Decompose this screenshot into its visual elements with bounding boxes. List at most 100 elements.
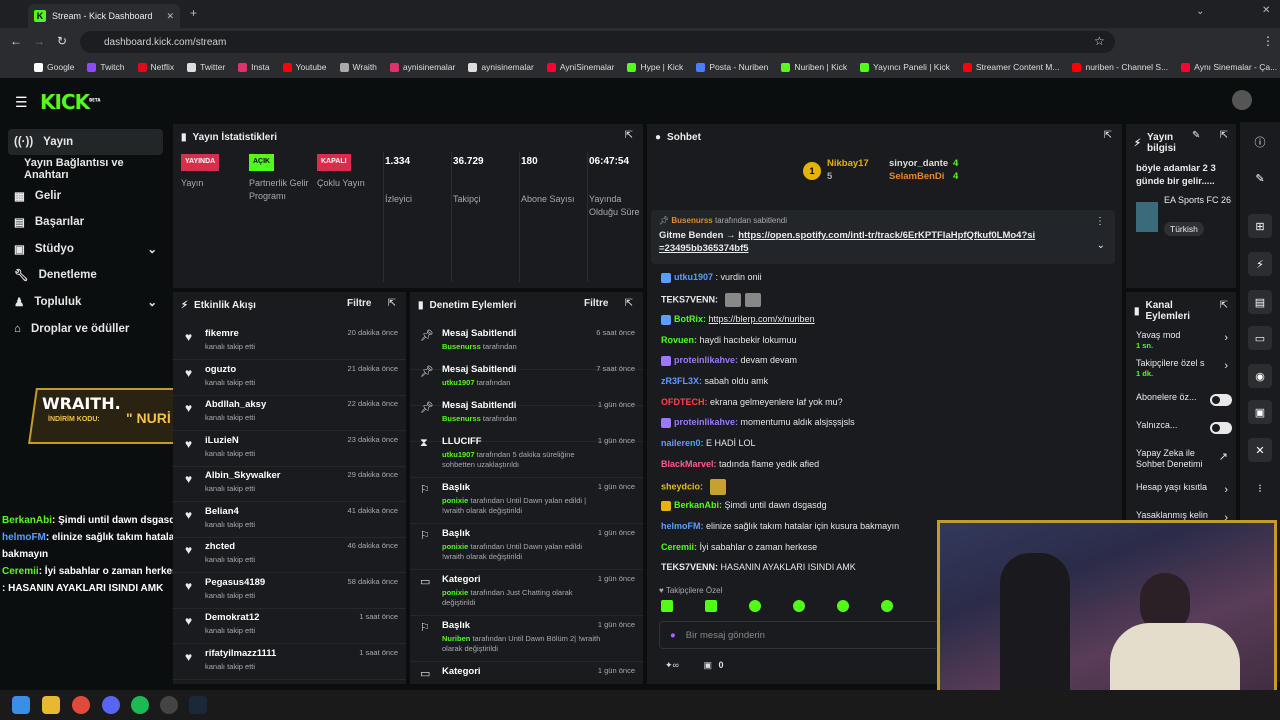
chat-message[interactable]: Ceremii: İyi sabahlar o zaman herkese bbox=[661, 542, 817, 552]
back-icon[interactable]: ← bbox=[10, 34, 22, 48]
dots-icon[interactable]: ⁝ bbox=[1248, 476, 1272, 500]
save-icon[interactable]: ▣ bbox=[1248, 400, 1272, 424]
activity-row[interactable]: ♥ rifatyilmazz1111 kanalı takip etti 1 saat… bbox=[173, 646, 406, 680]
moderation-row[interactable]: ▭ Kategori 1 gün önce bbox=[410, 664, 643, 684]
bookmark-item[interactable]: Wraith bbox=[339, 62, 377, 72]
follower-name[interactable]: zhcted bbox=[205, 541, 235, 552]
chat-username[interactable]: BotRix: bbox=[674, 314, 706, 324]
emote-icon[interactable] bbox=[793, 600, 805, 612]
chrome-icon[interactable] bbox=[72, 696, 90, 714]
expand-icon[interactable]: ⇱ bbox=[1104, 130, 1112, 141]
follower-name[interactable]: iLuzieN bbox=[205, 435, 239, 446]
emote-icon[interactable] bbox=[749, 600, 761, 612]
bookmark-item[interactable]: Yayıncı Paneli | Kick bbox=[860, 62, 950, 72]
activity-row[interactable]: ♥ Albin_Skywalker kanalı takip etti 29 daki… bbox=[173, 468, 406, 502]
browser-tab[interactable]: K Stream - Kick Dashboard ✕ bbox=[28, 4, 180, 28]
gift-icon[interactable]: ▣ bbox=[703, 660, 712, 670]
bookmark-star-icon[interactable]: ☆ bbox=[1094, 34, 1105, 48]
url-field[interactable]: dashboard.kick.com/stream bbox=[80, 31, 1115, 53]
chat-message[interactable]: BotRix: https://blerp.com/x/nuriben bbox=[661, 314, 815, 325]
chat-message[interactable]: OFDTECH: ekrana gelmeyenlere laf yok mu? bbox=[661, 397, 843, 407]
discord-icon[interactable] bbox=[102, 696, 120, 714]
bookmark-item[interactable]: Hype | Kick bbox=[627, 62, 683, 72]
chat-username[interactable]: BerkanAbi: bbox=[674, 500, 722, 510]
steam-icon[interactable] bbox=[189, 696, 207, 714]
bookmark-item[interactable]: Netflix bbox=[137, 62, 174, 72]
mod-user[interactable]: Nuriben bbox=[442, 634, 470, 643]
follower-name[interactable]: Pegasus4189 bbox=[205, 577, 265, 588]
filter-button[interactable]: Filtre bbox=[584, 298, 608, 309]
moderation-row[interactable]: ⚐ Başlık ponixie tarafından Until Dawn yal… bbox=[410, 526, 643, 570]
chat-username[interactable]: proteinlikahve: bbox=[674, 355, 738, 365]
new-tab-icon[interactable]: + bbox=[190, 6, 197, 20]
spotify-icon[interactable] bbox=[131, 696, 149, 714]
channel-action-row[interactable]: Abonelere öz... bbox=[1136, 392, 1232, 418]
mod-user[interactable]: ponixie bbox=[442, 542, 468, 551]
chat-username[interactable]: naileren0: bbox=[661, 438, 704, 448]
file-explorer-icon[interactable] bbox=[42, 696, 60, 714]
expand-icon[interactable]: ⇱ bbox=[1220, 300, 1228, 311]
points-icon[interactable]: ✦∞ bbox=[665, 660, 679, 670]
avatar[interactable] bbox=[1232, 90, 1252, 110]
activity-row[interactable]: ♥ Abdllah_aksy kanalı takip etti 22 dakika … bbox=[173, 397, 406, 431]
emote-icon[interactable] bbox=[705, 600, 717, 612]
chat-message[interactable]: BlackMarvel: tadında flame yedik afied bbox=[661, 459, 819, 469]
chat-username[interactable]: Rovuen: bbox=[661, 335, 697, 345]
bookmark-item[interactable]: Posta - Nuriben bbox=[696, 62, 768, 72]
activity-row[interactable]: ♥ Pegasus4189 kanalı takip etti 58 dakika ö… bbox=[173, 575, 406, 609]
expand-icon[interactable]: ⇱ bbox=[625, 130, 633, 141]
mod-user[interactable]: utku1907 bbox=[442, 450, 475, 459]
emote-icon[interactable] bbox=[881, 600, 893, 612]
tab-search-icon[interactable]: ⌄ bbox=[1196, 6, 1204, 17]
close-tab-icon[interactable]: ✕ bbox=[166, 11, 174, 22]
chat-username[interactable]: TEKS7VENN: bbox=[661, 294, 718, 304]
activity-row[interactable]: ♥ iLuzieN kanalı takip etti 23 dakika önce bbox=[173, 433, 406, 467]
bookmark-item[interactable]: nuriben - Channel S... bbox=[1072, 62, 1168, 72]
mod-user[interactable]: Busenurss bbox=[442, 342, 481, 351]
sidebar-item-studyo[interactable]: ▣ Stüdyo ⌄ bbox=[8, 236, 163, 262]
emote-icon[interactable] bbox=[837, 600, 849, 612]
follower-name[interactable]: oguzto bbox=[205, 364, 236, 375]
toggle-switch[interactable] bbox=[1210, 422, 1232, 434]
broadcast-icon[interactable]: ◉ bbox=[1248, 364, 1272, 388]
follower-name[interactable]: Belian4 bbox=[205, 506, 239, 517]
document-icon[interactable]: ▤ bbox=[1248, 290, 1272, 314]
bookmark-item[interactable]: AyniSinemalar bbox=[546, 62, 614, 72]
chat-username[interactable]: proteinlikahve: bbox=[674, 417, 738, 427]
follower-name[interactable]: Albin_Skywalker bbox=[205, 470, 281, 481]
sidebar-item-gelir[interactable]: ▦ Gelir bbox=[8, 183, 163, 209]
moderation-row[interactable]: ⚐ Başlık ponixie tarafından Until Dawn yal… bbox=[410, 480, 643, 524]
obs-icon[interactable] bbox=[160, 696, 178, 714]
edit-icon[interactable]: ✎ bbox=[1248, 166, 1272, 190]
mod-user[interactable]: ponixie bbox=[442, 588, 468, 597]
forward-icon[interactable]: → bbox=[33, 34, 45, 48]
expand-icon[interactable]: ⇱ bbox=[625, 298, 633, 309]
mod-user[interactable]: utku1907 bbox=[442, 378, 475, 387]
leader-name[interactable]: SelamBenDi bbox=[889, 171, 944, 182]
chat-message[interactable]: utku1907 : vurdin onii bbox=[661, 272, 762, 283]
chat-message[interactable]: TEKS7VENN: bbox=[661, 293, 761, 307]
toggle-switch[interactable] bbox=[1210, 394, 1232, 406]
edit-icon[interactable]: ✎ bbox=[1192, 130, 1200, 141]
chat-username[interactable]: TEKS7VENN: bbox=[661, 562, 718, 572]
more-options-icon[interactable]: ⋮ bbox=[1095, 216, 1105, 227]
chevron-down-icon[interactable]: ⌄ bbox=[1097, 240, 1105, 251]
chat-message[interactable]: TEKS7VENN: HASANIN AYAKLARI ISINDI AMK bbox=[661, 562, 856, 572]
info-icon[interactable]: ⓘ bbox=[1248, 130, 1272, 154]
activity-row[interactable]: ♥ zhcted kanalı takip etti 46 dakika önce bbox=[173, 539, 406, 573]
mod-user[interactable]: ponixie bbox=[442, 496, 468, 505]
moderation-row[interactable]: ▭ Kategori ponixie tarafından Just Chattin… bbox=[410, 572, 643, 616]
bookmark-item[interactable]: Insta bbox=[238, 62, 270, 72]
channel-action-row[interactable]: Yapay Zeka ile Sohbet Denetimi ↗ bbox=[1136, 448, 1232, 474]
chat-message[interactable]: naileren0: E HADİ LOL bbox=[661, 438, 756, 448]
leader-name[interactable]: Nikbay17 bbox=[827, 158, 869, 169]
expand-icon[interactable]: ⇱ bbox=[1220, 130, 1228, 141]
follower-name[interactable]: Demokrat12 bbox=[205, 612, 259, 623]
chat-username[interactable]: sheydcio: bbox=[661, 481, 703, 491]
activity-row[interactable]: ♥ Belian4 kanalı takip etti 41 dakika önce bbox=[173, 504, 406, 538]
chat-username[interactable]: zR3FL3X: bbox=[661, 376, 702, 386]
sidebar-item-droplar[interactable]: ⌂ Droplar ve ödüller bbox=[8, 316, 163, 342]
bookmark-item[interactable]: Streamer Content M... bbox=[962, 62, 1059, 72]
bolt-icon[interactable]: ⚡︎ bbox=[1248, 252, 1272, 276]
chat-username[interactable]: Ceremii: bbox=[661, 542, 697, 552]
